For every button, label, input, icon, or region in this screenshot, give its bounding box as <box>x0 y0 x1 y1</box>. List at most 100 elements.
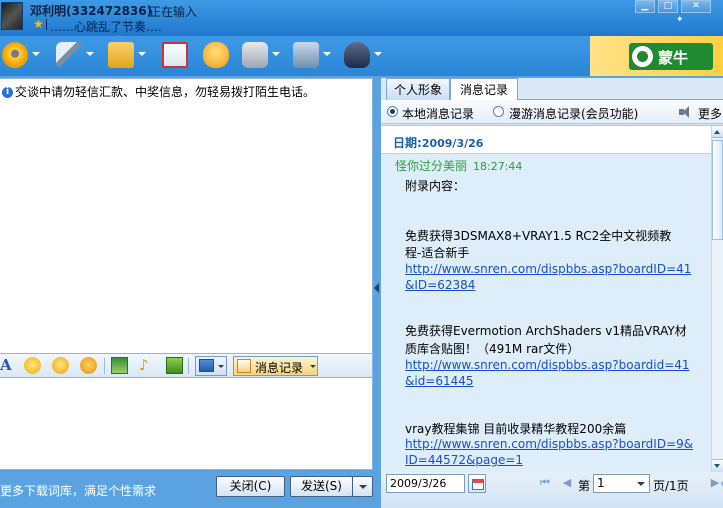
video-icon <box>2 42 28 68</box>
message-history-label: 消息记录 <box>255 361 304 375</box>
gift-icon[interactable] <box>166 357 183 374</box>
history-pager: 2009/3/26 ⏮ ◀ 第 1 页/1页 ▶ ⏭ <box>381 472 723 508</box>
date-field[interactable]: 2009/3/26 <box>386 474 465 493</box>
roaming-history-radio[interactable] <box>493 106 504 117</box>
scroll-down-icon[interactable] <box>712 459 723 472</box>
title-bar: 邓利明(332472836) 正在输入 ★ ……心跳乱了节奏…. ▁ □ ✕ ✦ <box>0 0 723 36</box>
star-icon: ★ <box>33 17 44 31</box>
message-input[interactable] <box>0 378 373 470</box>
send-button[interactable]: 发送(S) <box>290 476 353 497</box>
chat-bubble-icon <box>203 42 229 68</box>
chevron-down-icon[interactable] <box>218 365 224 368</box>
brand-name: 蒙牛 <box>658 49 689 67</box>
speaker-icon[interactable] <box>679 106 693 118</box>
brand-logo: 蒙牛 <box>629 43 713 70</box>
chevron-down-icon[interactable] <box>138 52 146 56</box>
history-icon <box>237 359 251 373</box>
history-date: 2009/3/26 <box>421 137 484 150</box>
roaming-history-label[interactable]: 漫游消息记录(会员功能) <box>509 105 638 122</box>
history-source-options: 本地消息记录 漫游消息记录(会员功能) 更多 <box>381 100 723 124</box>
page-select[interactable]: 1 <box>593 474 650 493</box>
pane-splitter[interactable] <box>373 78 381 508</box>
message-line: vray教程集锦 目前收录精华教程200余篇 <box>405 422 627 436</box>
chevron-down-icon <box>359 485 367 489</box>
local-history-label[interactable]: 本地消息记录 <box>402 105 474 122</box>
message-line: 免费获得3DSMAX8+VRAY1.5 RC2全中文视频教 <box>405 229 672 243</box>
message-link[interactable]: ID=44572&page=1 <box>405 453 523 467</box>
close-button[interactable]: 关闭(C) <box>216 476 285 497</box>
chevron-down-icon[interactable] <box>637 482 645 486</box>
message-sender: 怪你过分美丽 18:27:44 <box>395 157 522 174</box>
edit-toolbar: A ♪ 消息记录 <box>0 354 373 378</box>
side-panel: 个人形象 消息记录 本地消息记录 漫游消息记录(会员功能) 更多 日期:2009… <box>381 78 723 508</box>
game-icon <box>242 42 268 68</box>
message-time: 18:27:44 <box>473 160 523 173</box>
vertical-scrollbar[interactable] <box>711 126 723 473</box>
sparkle-icon: ✦ <box>676 15 684 25</box>
chevron-down-icon[interactable] <box>272 52 280 56</box>
message-history-button[interactable]: 消息记录 <box>233 356 318 376</box>
font-icon[interactable]: A <box>0 357 17 374</box>
collapse-arrow-icon[interactable] <box>374 283 379 293</box>
message-line: 免费获得Evermotion ArchShaders v1精品VRAY材 <box>405 324 687 338</box>
main-toolbar <box>0 36 590 76</box>
footer: 更多下载词库，满足个性需求 关闭(C) 发送(S) <box>0 470 380 508</box>
ad-banner[interactable]: 蒙牛 <box>590 36 723 76</box>
chevron-down-icon[interactable] <box>323 52 331 56</box>
mail-icon <box>162 42 188 68</box>
send-options-button[interactable] <box>352 476 373 497</box>
close-window-button[interactable]: ✕ <box>681 0 711 13</box>
personal-signature: ……心跳乱了节奏…. <box>50 20 162 34</box>
chevron-down-icon[interactable] <box>86 52 94 56</box>
message-link[interactable]: http://www.snren.com/dispbbs.asp?boardid… <box>405 358 690 372</box>
message-line: 程-适合新手 <box>405 246 470 260</box>
toolbar-divider <box>104 358 105 374</box>
chat-display[interactable]: i 交谈中请勿轻信汇款、中奖信息，勿轻易拨打陌生电话。 <box>0 78 373 354</box>
side-panel-tabs: 个人形象 消息记录 <box>381 78 723 100</box>
send-file-icon <box>108 42 134 68</box>
message-link[interactable]: http://www.snren.com/dispbbs.asp?boardID… <box>405 437 693 451</box>
toolbar-divider <box>188 358 189 374</box>
message-line: 附录内容： <box>405 179 466 193</box>
safety-notice: i 交谈中请勿轻信汇款、中奖信息，勿轻易拨打陌生电话。 <box>2 83 315 100</box>
tab-message-history[interactable]: 消息记录 <box>450 78 518 100</box>
music-icon[interactable]: ♪ <box>139 357 156 374</box>
next-page-icon[interactable]: ▶ <box>708 476 722 490</box>
screen-capture-icon <box>199 359 214 372</box>
tab-profile[interactable]: 个人形象 <box>386 78 450 100</box>
signature-divider <box>46 19 47 30</box>
send-image-icon[interactable] <box>111 357 128 374</box>
chevron-down-icon[interactable] <box>32 52 40 56</box>
message-line: 质库含贴图！（491M rar文件） <box>405 342 580 356</box>
scroll-up-icon[interactable] <box>712 126 723 138</box>
more-button[interactable]: 更多 <box>698 105 722 122</box>
first-page-icon[interactable]: ⏮ <box>538 476 552 490</box>
chevron-down-icon[interactable] <box>374 52 382 56</box>
agent-icon <box>344 42 370 68</box>
message-history-view[interactable]: 日期:2009/3/26 怪你过分美丽 18:27:44 附录内容： 免费获得3D… <box>381 125 723 473</box>
brand-logo-mark-icon <box>632 46 653 67</box>
previous-page-icon[interactable]: ◀ <box>560 476 574 490</box>
local-history-radio[interactable] <box>387 106 398 117</box>
calendar-icon[interactable] <box>468 474 486 493</box>
message-link[interactable]: &id=61445 <box>405 374 474 388</box>
date-prefix: 日期: <box>393 136 422 150</box>
avatar[interactable] <box>1 2 23 30</box>
magic-emoticon-icon[interactable] <box>52 357 69 374</box>
screen-capture-button[interactable] <box>195 356 227 376</box>
scroll-thumb[interactable] <box>712 140 723 240</box>
message-link[interactable]: &ID=62384 <box>405 278 475 292</box>
minimize-button[interactable]: ▁ <box>635 0 655 13</box>
maximize-button[interactable]: □ <box>658 0 678 13</box>
nudge-icon[interactable] <box>80 357 97 374</box>
contact-name: 邓利明(332472836) <box>30 4 153 18</box>
app-icon <box>293 42 319 68</box>
safety-notice-text: 交谈中请勿轻信汇款、中奖信息，勿轻易拨打陌生电话。 <box>15 85 316 99</box>
page-prefix: 第 <box>578 479 591 493</box>
history-date-header: 日期:2009/3/26 <box>393 134 483 151</box>
dictionary-hint-link[interactable]: 更多下载词库，满足个性需求 <box>0 482 156 499</box>
message-link[interactable]: http://www.snren.com/dispbbs.asp?boardID… <box>405 262 691 276</box>
chevron-down-icon[interactable] <box>310 365 316 368</box>
emoticon-icon[interactable] <box>24 357 41 374</box>
page-select-value: 1 <box>597 476 605 490</box>
